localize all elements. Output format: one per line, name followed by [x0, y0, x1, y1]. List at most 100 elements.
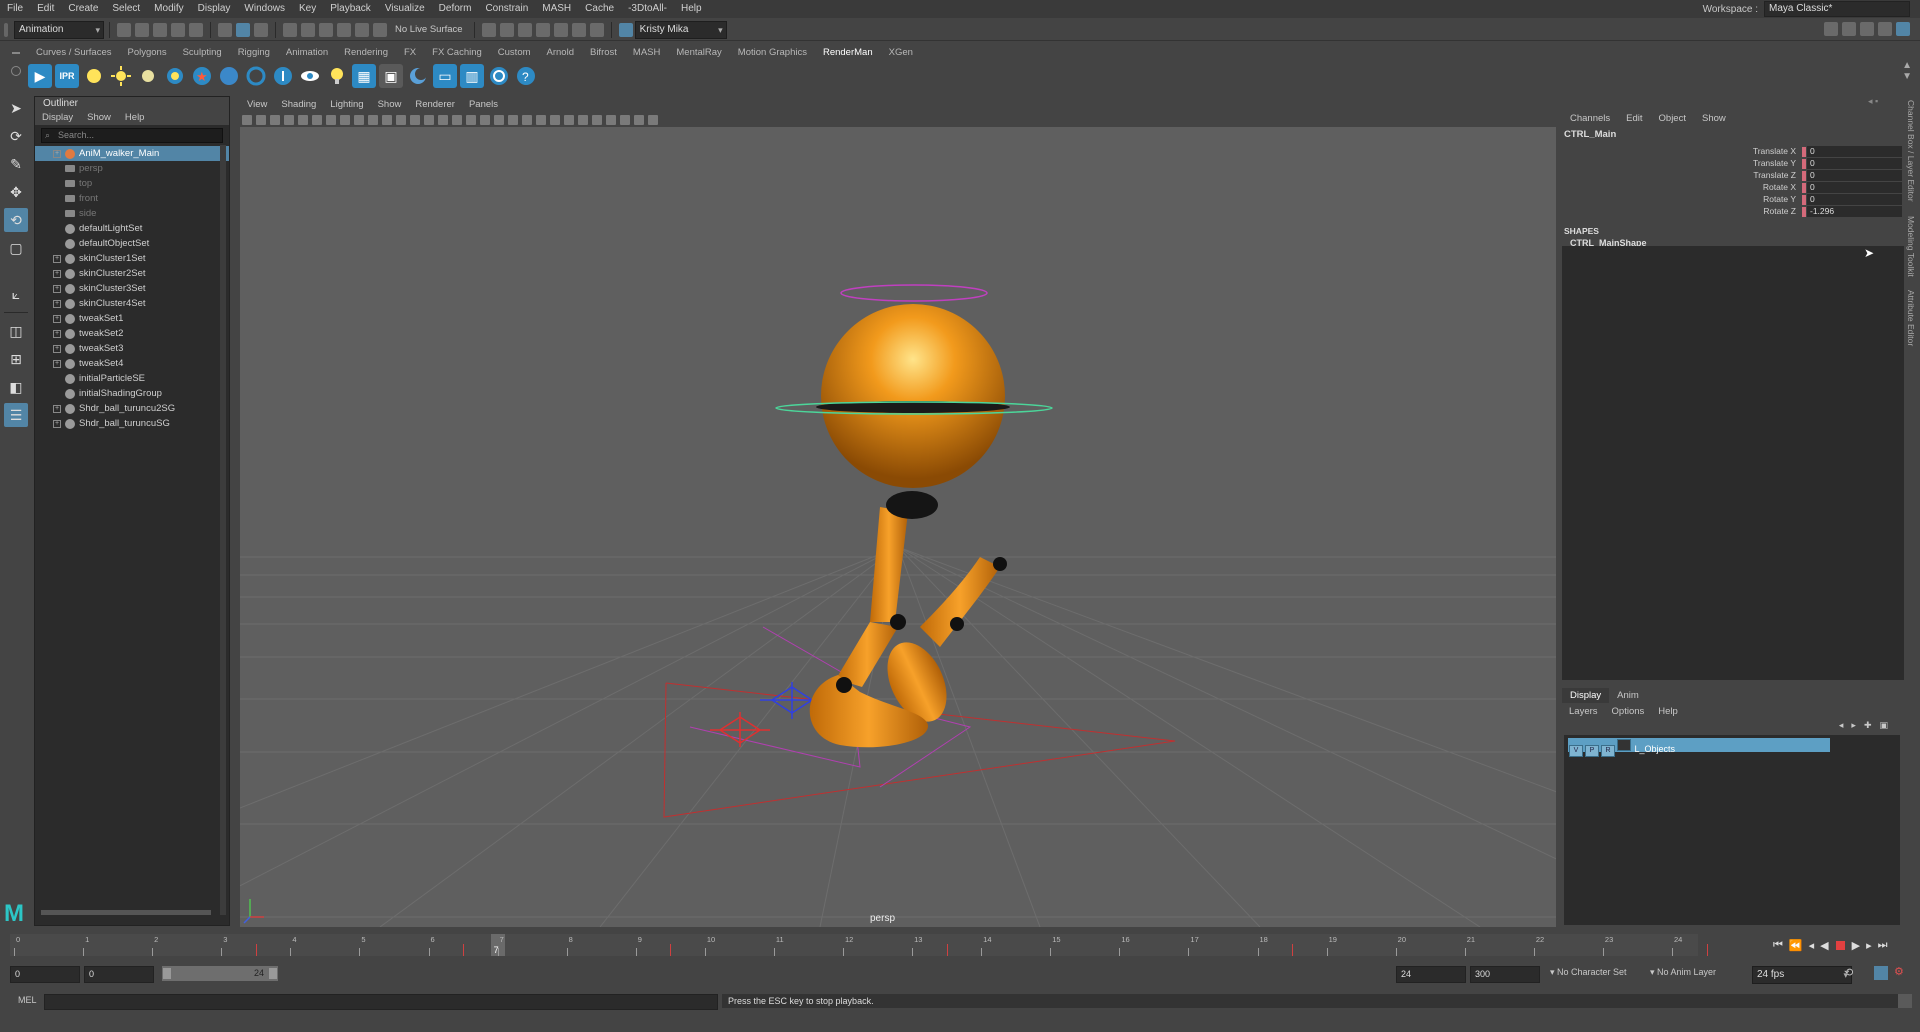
keyframe-marker[interactable]: [463, 944, 465, 956]
loop-icon[interactable]: ⟲: [1844, 966, 1853, 979]
script-editor-icon[interactable]: [1898, 994, 1912, 1008]
viewport-menu-shading[interactable]: Shading: [274, 98, 323, 112]
keyframe-marker[interactable]: [670, 944, 672, 956]
shelf-tab-rendering[interactable]: Rendering: [336, 46, 396, 60]
xray-joints-icon[interactable]: [592, 114, 602, 125]
viewport-menu-lighting[interactable]: Lighting: [323, 98, 370, 112]
keyframe-marker[interactable]: [255, 944, 257, 956]
expand-toggle-icon[interactable]: +: [53, 405, 61, 413]
menu-cache[interactable]: Cache: [578, 0, 621, 18]
expand-toggle-icon[interactable]: +: [53, 255, 61, 263]
menu-help[interactable]: Help: [674, 0, 709, 18]
channel-box-options-icon[interactable]: ◂ ▪: [1868, 96, 1878, 107]
chart-icon[interactable]: ▥: [460, 64, 484, 88]
shelf-side-handle[interactable]: [10, 48, 22, 86]
viewport-menu-renderer[interactable]: Renderer: [408, 98, 462, 112]
outliner-item-defaultobjectset[interactable]: defaultObjectSet: [35, 236, 229, 251]
moon-icon[interactable]: [406, 64, 430, 88]
channel-value-field[interactable]: 0: [1807, 158, 1902, 169]
layer-reference-toggle[interactable]: R: [1601, 745, 1615, 757]
textured-icon[interactable]: [466, 114, 476, 125]
move-tool-icon[interactable]: ✥: [4, 180, 28, 204]
safe-title-icon[interactable]: [410, 114, 420, 125]
channel-rotate-x[interactable]: Rotate X 0: [1562, 182, 1904, 194]
ipr-render-icon[interactable]: [517, 22, 532, 37]
channel-rotate-y[interactable]: Rotate Y 0: [1562, 194, 1904, 206]
move-layer-down-icon[interactable]: ▸: [1851, 720, 1856, 731]
gamma-icon[interactable]: [634, 114, 644, 125]
shelf-tab-custom[interactable]: Custom: [490, 46, 539, 60]
outliner-item-tweakset4[interactable]: + tweakSet4: [35, 356, 229, 371]
exposure-icon[interactable]: [620, 114, 630, 125]
resolution-gate-icon[interactable]: [354, 114, 364, 125]
shelf-tab-curves-surfaces[interactable]: Curves / Surfaces: [28, 46, 120, 60]
layer-color-swatch[interactable]: [1617, 739, 1631, 751]
fps-dropdown[interactable]: 24 fps: [1752, 966, 1852, 984]
redo-icon[interactable]: [189, 22, 203, 37]
outliner-item-anim-walker-main[interactable]: + AniM_walker_Main: [35, 146, 229, 161]
snap-view-plane-icon[interactable]: [337, 22, 351, 37]
layer-playback-toggle[interactable]: P: [1585, 745, 1599, 757]
outliner-horizontal-scrollbar[interactable]: [41, 910, 211, 915]
outliner-item-top[interactable]: top: [35, 176, 229, 191]
channel-value-field[interactable]: 0: [1807, 182, 1902, 193]
character-set-dropdown[interactable]: ▾ No Character Set: [1550, 967, 1627, 978]
paint-select-icon[interactable]: ✎: [4, 152, 28, 176]
viewport-persp[interactable]: [240, 127, 1556, 927]
render-clapper-icon[interactable]: ▶: [28, 64, 52, 88]
open-scene-icon[interactable]: [135, 22, 149, 37]
layout-icon[interactable]: [1824, 22, 1838, 36]
menu-file[interactable]: File: [0, 0, 30, 18]
channel-menu-channels[interactable]: Channels: [1562, 112, 1618, 126]
render-frame-icon[interactable]: [481, 22, 496, 37]
depth-of-field-icon[interactable]: [550, 114, 560, 125]
side-tab-modeling-toolkit[interactable]: Modeling Toolkit: [1906, 216, 1916, 277]
outliner-item-skincluster4set[interactable]: + skinCluster4Set: [35, 296, 229, 311]
anti-aliasing-icon[interactable]: [536, 114, 546, 125]
light-sun-icon[interactable]: [82, 64, 106, 88]
menu-edit[interactable]: Edit: [30, 0, 61, 18]
snap-vertex-icon[interactable]: [373, 22, 387, 37]
menu-3dtoall[interactable]: -3DtoAll-: [621, 0, 674, 18]
expand-toggle-icon[interactable]: +: [53, 360, 61, 368]
lasso-tool-icon[interactable]: ⟳: [4, 124, 28, 148]
collapse-handle-icon[interactable]: [4, 22, 8, 37]
menu-mash[interactable]: MASH: [535, 0, 578, 18]
menu-visualize[interactable]: Visualize: [378, 0, 432, 18]
shelf-scroll-arrows-icon[interactable]: ▲ ▼: [1902, 60, 1912, 82]
select-camera-icon[interactable]: [242, 114, 252, 125]
render-table-icon[interactable]: ▦: [352, 64, 376, 88]
undo-icon[interactable]: [171, 22, 185, 37]
layer-menu-layers[interactable]: Layers: [1562, 706, 1605, 717]
range-handle-left[interactable]: [163, 968, 171, 979]
range-slider[interactable]: 0 24: [162, 966, 278, 981]
scale-tool-icon[interactable]: ▢: [4, 236, 28, 260]
layer-visibility-toggle[interactable]: V: [1569, 745, 1583, 757]
xray-components-icon[interactable]: [606, 114, 616, 125]
layer-tab-anim[interactable]: Anim: [1609, 688, 1647, 703]
outliner-layout-icon[interactable]: ☰: [4, 403, 28, 427]
gate-mask-icon[interactable]: [368, 114, 378, 125]
menu-modify[interactable]: Modify: [147, 0, 190, 18]
shelf-tab-mentalray[interactable]: MentalRay: [668, 46, 729, 60]
motion-blur-icon[interactable]: [522, 114, 532, 125]
outliner-menu-display[interactable]: Display: [35, 111, 80, 125]
select-object-icon[interactable]: [236, 22, 250, 37]
ipr-button[interactable]: IPR: [55, 64, 79, 88]
move-layer-up-icon[interactable]: ◂: [1839, 720, 1844, 731]
play-forwards-icon[interactable]: ▶: [1852, 939, 1860, 952]
expand-toggle-icon[interactable]: +: [53, 300, 61, 308]
pause-icon[interactable]: [589, 22, 604, 37]
hypershade-icon[interactable]: [553, 22, 568, 37]
outliner-item-side[interactable]: side: [35, 206, 229, 221]
viewer-icon[interactable]: ▭: [433, 64, 457, 88]
shelf-tab-arnold[interactable]: Arnold: [539, 46, 582, 60]
outliner-item-tweakset2[interactable]: + tweakSet2: [35, 326, 229, 341]
grease-pencil-icon[interactable]: [312, 114, 322, 125]
outliner-item-skincluster1set[interactable]: + skinCluster1Set: [35, 251, 229, 266]
shelf-tab-renderman[interactable]: RenderMan: [815, 46, 881, 60]
2d-pan-zoom-icon[interactable]: [298, 114, 308, 125]
new-layer-selected-icon[interactable]: ✚: [1864, 720, 1872, 731]
snap-surface-icon[interactable]: [355, 22, 369, 37]
save-scene-icon[interactable]: [153, 22, 167, 37]
